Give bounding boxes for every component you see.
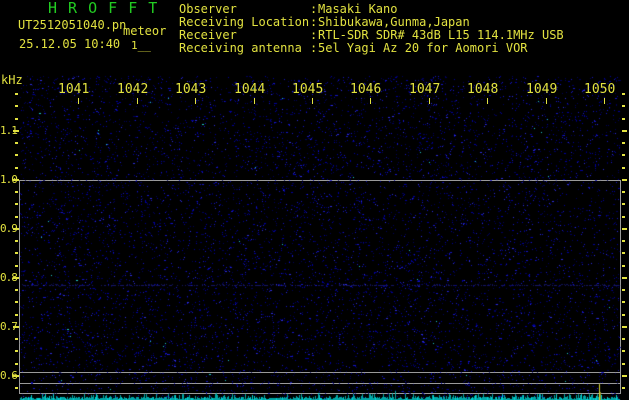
x-axis-tick-label: 1048 bbox=[467, 82, 499, 97]
y-axis-tick bbox=[13, 375, 19, 377]
x-axis-tick-label: 1047 bbox=[409, 82, 441, 97]
right-axis-tick bbox=[622, 326, 627, 328]
right-axis-tick bbox=[622, 265, 625, 267]
right-axis-tick bbox=[622, 350, 625, 352]
y-axis-tick bbox=[15, 338, 18, 340]
right-axis-tick bbox=[622, 105, 625, 107]
right-axis-tick bbox=[622, 387, 625, 389]
x-axis-tick bbox=[195, 98, 196, 104]
x-axis-tick bbox=[137, 98, 138, 104]
right-axis-tick bbox=[622, 228, 627, 230]
y-axis-tick bbox=[15, 142, 18, 144]
right-axis-tick bbox=[622, 203, 625, 205]
x-axis-tick-label: 1046 bbox=[350, 82, 382, 97]
right-axis-tick bbox=[622, 363, 625, 365]
y-axis-tick bbox=[13, 228, 19, 230]
right-axis-tick bbox=[622, 301, 625, 303]
mode-label: meteor bbox=[123, 24, 167, 38]
frame-filename: UT2512051040.pn bbox=[18, 18, 127, 32]
y-axis-tick bbox=[13, 130, 19, 132]
y-axis-tick bbox=[15, 350, 18, 352]
x-axis-tick-label: 1050 bbox=[584, 82, 616, 97]
right-axis-tick bbox=[622, 167, 625, 169]
x-axis-tick bbox=[312, 98, 313, 104]
right-axis-tick bbox=[622, 375, 627, 377]
right-axis-tick bbox=[622, 240, 625, 242]
frame-datetime: 25.12.05 10:40 bbox=[19, 37, 121, 51]
x-axis-tick bbox=[546, 98, 547, 104]
right-axis-tick bbox=[622, 93, 625, 95]
y-axis-unit-label: kHz bbox=[1, 73, 23, 87]
y-axis-tick bbox=[15, 289, 18, 291]
y-axis-tick bbox=[15, 216, 18, 218]
right-axis-tick bbox=[622, 277, 627, 279]
x-axis-tick-label: 1044 bbox=[234, 82, 266, 97]
y-axis-tick bbox=[15, 240, 18, 242]
y-axis-tick bbox=[15, 252, 18, 254]
hrofft-window: H R O F F T UT2512051040.pn meteor 25.12… bbox=[0, 0, 629, 400]
right-axis-tick bbox=[622, 289, 625, 291]
y-axis-tick bbox=[15, 105, 18, 107]
echo-counter: 1__ bbox=[131, 39, 151, 52]
y-axis-tick bbox=[15, 387, 18, 389]
spectrogram-canvas bbox=[0, 0, 629, 400]
right-axis-tick bbox=[622, 191, 625, 193]
x-axis-tick-label: 1043 bbox=[175, 82, 207, 97]
y-axis-tick bbox=[13, 179, 19, 181]
y-axis-tick bbox=[15, 118, 18, 120]
info-colon: : bbox=[310, 41, 318, 55]
right-axis-tick bbox=[622, 118, 625, 120]
info-value: 5el Yagi Az 20 for Aomori VOR bbox=[318, 41, 528, 55]
y-axis-tick bbox=[15, 203, 18, 205]
x-axis-tick-label: 1049 bbox=[526, 82, 558, 97]
right-axis-tick bbox=[622, 314, 625, 316]
right-axis-tick bbox=[622, 252, 625, 254]
app-title: H R O F F T bbox=[48, 0, 159, 17]
x-axis-tick bbox=[429, 98, 430, 104]
y-axis-tick bbox=[13, 277, 19, 279]
x-axis-tick-label: 1045 bbox=[292, 82, 324, 97]
x-axis-tick bbox=[604, 98, 605, 104]
info-label: Receiving antenna bbox=[179, 41, 302, 55]
right-axis-tick bbox=[622, 179, 627, 181]
right-axis-tick bbox=[622, 216, 625, 218]
right-axis-tick bbox=[622, 130, 627, 132]
x-axis-tick bbox=[78, 98, 79, 104]
x-axis-tick bbox=[370, 98, 371, 104]
y-axis-tick bbox=[15, 363, 18, 365]
y-axis-tick bbox=[15, 93, 18, 95]
y-axis-tick bbox=[15, 265, 18, 267]
right-axis-tick bbox=[622, 154, 625, 156]
x-axis-tick-label: 1042 bbox=[117, 82, 149, 97]
y-axis-tick bbox=[15, 154, 18, 156]
x-axis-tick bbox=[254, 98, 255, 104]
right-axis-tick bbox=[622, 338, 625, 340]
right-axis-tick bbox=[622, 142, 625, 144]
y-axis-tick bbox=[15, 301, 18, 303]
y-axis-tick bbox=[15, 167, 18, 169]
y-axis-tick bbox=[15, 191, 18, 193]
y-axis-tick bbox=[15, 314, 18, 316]
y-axis-tick bbox=[13, 326, 19, 328]
x-axis-tick-label: 1041 bbox=[58, 82, 90, 97]
x-axis-tick bbox=[487, 98, 488, 104]
